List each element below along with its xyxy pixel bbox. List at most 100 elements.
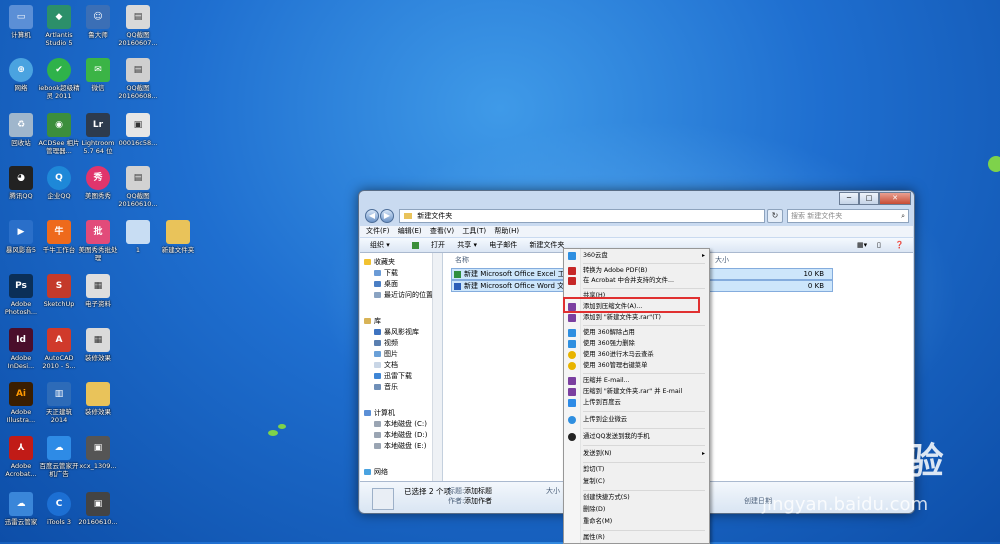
share-button[interactable]: 共享 ▾ [457,238,477,252]
nav-item-drive-e[interactable]: 本地磁盘 (E:) [374,441,426,451]
desktop-icon[interactable]: ☺ 鲁大师 [77,5,119,39]
menu-item-compress-rar-email[interactable]: 压缩到 "新建文件夹.rar" 并 E-mail [564,387,709,397]
column-header-name[interactable]: 名称 [455,255,469,265]
nav-scrollbar[interactable] [432,253,442,481]
menu-item-acrobat-merge[interactable]: 在 Acrobat 中合并支持的文件... [564,276,709,286]
preview-pane-icon[interactable]: ▯ [877,238,881,252]
menu-item-create-shortcut[interactable]: 创建快捷方式(S) [564,493,709,503]
nav-item-desktop[interactable]: 桌面 [374,279,398,289]
nav-item-drive-c[interactable]: 本地磁盘 (C:) [374,419,427,429]
desktop-icon[interactable]: ⅄ Adobe Acrobat... [0,436,42,478]
desktop-icon[interactable]: ▥ 天正建筑 2014 [38,382,80,424]
nav-item-drive-d[interactable]: 本地磁盘 (D:) [374,430,427,440]
nav-item-baofeng[interactable]: 暴风影视库 [374,327,419,337]
desktop-icon[interactable]: 批美图秀秀批处理 [77,220,119,262]
menu-item-add-to-rar[interactable]: 添加到 "新建文件夹.rar"(T) [564,313,709,323]
desktop-icon[interactable]: CiTools 3 [38,492,80,526]
desktop-icon[interactable]: 新建文件夹 [157,220,199,254]
nav-item-pictures[interactable]: 图片 [374,349,398,359]
menu-item-copy[interactable]: 复制(C) [564,477,709,487]
desktop-icon[interactable]: Id Adobe InDesi... [0,328,42,370]
desktop-icon[interactable]: ▣ xcx_1309... [77,436,119,470]
nav-item-recent[interactable]: 最近访问的位置 [374,290,433,300]
maximize-button[interactable]: □ [859,192,879,205]
desktop-icon[interactable]: ✉ 微信 [77,58,119,92]
nav-library[interactable]: 库 [364,316,381,326]
new-folder-button[interactable]: 新建文件夹 [529,238,564,252]
computer-icon: ▭ [9,5,33,29]
menu-item-rename[interactable]: 重命名(M) [564,517,709,527]
forward-button[interactable]: ▶ [380,209,394,223]
menu-item-360-force-delete[interactable]: 使用 360强力删除 [564,339,709,349]
address-bar[interactable]: 新建文件夹 [399,209,765,223]
back-button[interactable]: ◀ [365,209,379,223]
search-input[interactable]: ⌕ 搜索 新建文件夹 [787,209,909,223]
desktop-icon[interactable]: 1 [117,220,159,254]
desktop-icon[interactable]: ▣ 20160610... [77,492,119,526]
menu-item-cut[interactable]: 剪切(T) [564,465,709,475]
close-button[interactable]: ✕ [879,192,911,205]
desktop-icon[interactable]: ▤ QQ截图 20160607... [117,5,159,47]
menu-item-upload-baidu[interactable]: 上传到百度云 [564,398,709,408]
desktop-icon[interactable]: ▤ QQ截图 20160610... [117,166,159,208]
menu-item-360-unlock[interactable]: 使用 360解除占用 [564,328,709,338]
desktop-icon[interactable]: S SketchUp [38,274,80,308]
desktop-icon[interactable]: ▦ 电子资料 [77,274,119,308]
desktop-icon[interactable]: Lr Lightroom 5.7 64 位 [77,113,119,155]
menu-item-360-manage[interactable]: 使用 360管理右键菜单 [564,361,709,371]
menu-item-360-scan[interactable]: 使用 360进行木马云查杀 [564,350,709,360]
title-field[interactable]: 添加标题 [464,486,492,496]
column-header-size[interactable]: 大小 [715,255,729,265]
desktop-icon[interactable]: 装修效果 [77,382,119,416]
desktop-icon[interactable]: ▣ 00016c58... [117,113,159,147]
minimize-button[interactable]: ─ [839,192,859,205]
nav-item-documents[interactable]: 文档 [374,360,398,370]
menu-item-convert-pdf[interactable]: 转换为 Adobe PDF(B) [564,266,709,276]
nav-favorites[interactable]: 收藏夹 [364,257,395,267]
desktop-icon[interactable]: ☁ 迅雷云管家 [0,492,42,526]
desktop-icon[interactable]: ▤ QQ截图 20160608... [117,58,159,100]
desktop-icon[interactable]: ⊕ 网络 [0,58,42,92]
desktop-icon[interactable]: ◉ ACDSee 相片管理器... [38,113,80,155]
desktop-icon[interactable]: ▶ 暴风影音5 [0,220,42,254]
desktop-icon[interactable]: ▦ 装修效果 [77,328,119,362]
menu-file[interactable]: 文件(F) [366,226,390,237]
menu-item-delete[interactable]: 删除(D) [564,505,709,515]
meitu-batch-icon: 批 [86,220,110,244]
desktop-icon[interactable]: A AutoCAD 2010 - S... [38,328,80,370]
author-field[interactable]: 添加作者 [464,496,492,506]
desktop-icon[interactable]: ✔ iebook超级精灵 2011 [38,58,80,100]
refresh-icon[interactable]: ↻ [767,209,783,223]
desktop-icon[interactable]: ◆ Artlantis Studio 5 [38,5,80,47]
desktop-icon[interactable]: Q 企业QQ [38,166,80,200]
menu-tools[interactable]: 工具(T) [462,226,486,237]
nav-item-videos[interactable]: 视频 [374,338,398,348]
menu-item-upload-weiyun[interactable]: 上传到企业微云 [564,415,709,425]
nav-computer[interactable]: 计算机 [364,408,395,418]
menu-item-360-cloud[interactable]: 360云盘 ▸ [564,251,709,261]
menu-item-compress-email[interactable]: 压缩并 E-mail... [564,376,709,386]
organize-button[interactable]: 组织 ▾ [370,238,390,252]
desktop-icon[interactable]: Ps Adobe Photosh... [0,274,42,316]
menu-item-send-qq-phone[interactable]: 通过QQ发送到我的手机 [564,432,709,442]
desktop-icon[interactable]: 牛千牛工作台 [38,220,80,254]
nav-item-downloads[interactable]: 下载 [374,268,398,278]
email-button[interactable]: 电子邮件 [489,238,517,252]
desktop-icon[interactable]: ▭ 计算机 [0,5,42,39]
menu-help[interactable]: 帮助(H) [494,226,519,237]
desktop-icon[interactable]: Ai Adobe Illustra... [0,382,42,424]
menu-item-send-to[interactable]: 发送到(N) ▸ [564,449,709,459]
desktop-icon[interactable]: ♻ 回收站 [0,113,42,147]
desktop-icon[interactable]: ☁ 百度云管家开机广告 [38,436,80,478]
menu-edit[interactable]: 编辑(E) [398,226,422,237]
desktop-icon[interactable]: 秀美图秀秀 [77,166,119,200]
desktop-icon[interactable]: ◕ 腾讯QQ [0,166,42,200]
view-options-icon[interactable]: ▦▾ [857,238,867,252]
nav-network[interactable]: 网络 [364,467,388,477]
menu-view[interactable]: 查看(V) [430,226,454,237]
help-icon[interactable]: ❓ [895,238,904,252]
nav-item-xunlei[interactable]: 迅雷下载 [374,371,412,381]
nav-item-music[interactable]: 音乐 [374,382,398,392]
open-button[interactable]: 打开 [402,238,445,252]
cloud-icon: ☁ [9,492,33,516]
